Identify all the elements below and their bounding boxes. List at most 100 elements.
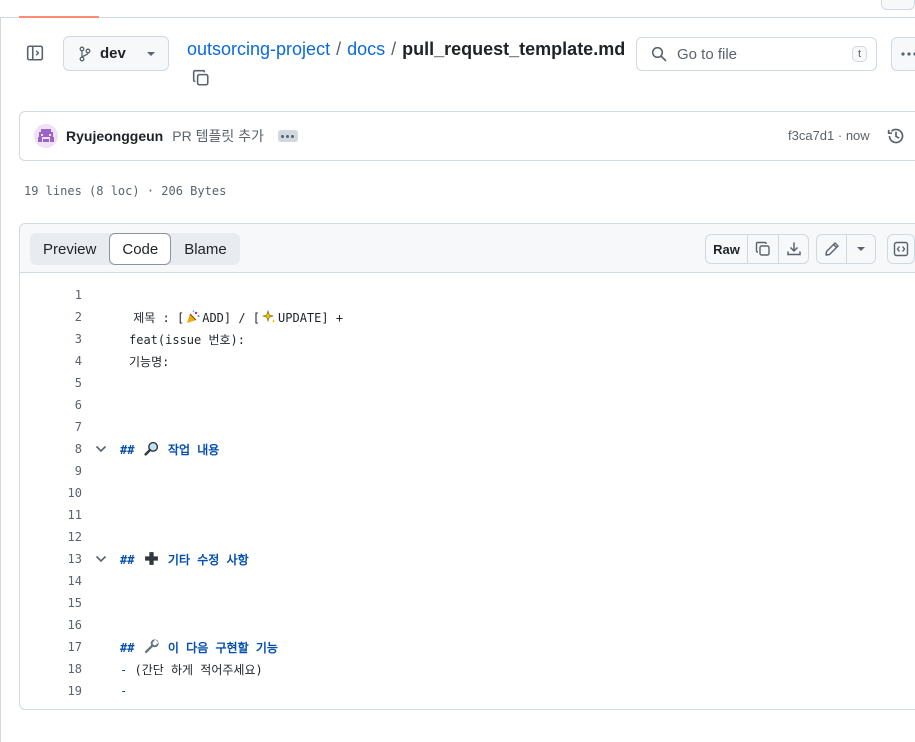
chevron-down-icon[interactable] bbox=[846, 235, 875, 263]
line-number[interactable]: 18 bbox=[20, 662, 82, 676]
raw-actions-group: Raw bbox=[705, 234, 809, 264]
code-line: 12 bbox=[20, 526, 915, 548]
line-number[interactable]: 11 bbox=[20, 508, 82, 522]
line-number[interactable]: 1 bbox=[20, 288, 82, 302]
code-heading: ## 작업 내용 bbox=[120, 441, 219, 458]
browser-tab-strip bbox=[0, 0, 915, 18]
copy-icon[interactable] bbox=[748, 235, 778, 263]
breadcrumb-separator: / bbox=[391, 39, 397, 59]
heading-text: 기타 수정 사항 bbox=[167, 552, 249, 567]
commit-sha-and-time[interactable]: f3ca7d1 · now bbox=[788, 128, 870, 143]
active-tab-underline bbox=[19, 16, 99, 18]
code-text: 제목 : [ADD] / [UPDATE] + bbox=[126, 309, 343, 326]
tab-code[interactable]: Code bbox=[109, 233, 172, 265]
avatar[interactable] bbox=[34, 124, 58, 148]
code-line: 3 feat(issue 번호): bbox=[20, 328, 915, 350]
kebab-horizontal-icon bbox=[901, 52, 915, 56]
commit-message[interactable]: PR 템플릿 추가 bbox=[172, 126, 264, 146]
code-line: 8 ## 작업 내용 bbox=[20, 438, 915, 460]
line-number[interactable]: 14 bbox=[20, 574, 82, 588]
line-number[interactable]: 13 bbox=[20, 552, 82, 566]
tab-blame[interactable]: Blame bbox=[171, 233, 240, 265]
code-text: 기능명: bbox=[129, 354, 170, 369]
line-number[interactable]: 17 bbox=[20, 640, 82, 654]
line-number[interactable]: 15 bbox=[20, 596, 82, 610]
party-popper-icon bbox=[186, 309, 200, 324]
file-info: 19 lines (8 loc) · 206 Bytes bbox=[24, 184, 227, 198]
heading-marker: ## bbox=[120, 552, 135, 567]
heading-marker: ## bbox=[120, 640, 135, 655]
code-view: 1 2 제목 : [ADD] / [UPDATE] + 3 feat(issue… bbox=[20, 284, 915, 702]
go-to-file-placeholder: Go to file bbox=[677, 45, 738, 63]
list-text: (간단 하게 적어주세요) bbox=[134, 662, 263, 677]
line-number[interactable]: 4 bbox=[20, 354, 82, 368]
line-number[interactable]: 5 bbox=[20, 376, 82, 390]
breadcrumb-repo-link[interactable]: outsorcing-project bbox=[187, 39, 330, 60]
code-text-part: ADD] / [ bbox=[202, 310, 261, 325]
code-line: 4 기능명: bbox=[20, 350, 915, 372]
go-to-file-input[interactable]: Go to file t bbox=[636, 37, 877, 71]
breadcrumb: outsorcing-project / docs / pull_request… bbox=[187, 39, 625, 60]
line-number[interactable]: 6 bbox=[20, 398, 82, 412]
view-mode-tabs: Preview Code Blame bbox=[30, 233, 240, 265]
history-icon[interactable] bbox=[886, 126, 906, 146]
breadcrumb-folder-link[interactable]: docs bbox=[347, 39, 385, 60]
code-line: 2 제목 : [ADD] / [UPDATE] + bbox=[20, 306, 915, 328]
fold-chevron-icon[interactable] bbox=[82, 555, 120, 563]
line-number[interactable]: 12 bbox=[20, 530, 82, 544]
line-number[interactable]: 3 bbox=[20, 332, 82, 346]
code-square-icon bbox=[893, 241, 909, 257]
copy-path-icon[interactable] bbox=[191, 68, 211, 88]
line-number[interactable]: 19 bbox=[20, 684, 82, 698]
chevron-down-icon bbox=[146, 51, 156, 57]
top-right-button-stub[interactable] bbox=[881, 0, 915, 10]
commit-author[interactable]: Ryujeonggeun bbox=[66, 128, 163, 144]
code-line: 9 bbox=[20, 460, 915, 482]
search-icon bbox=[651, 46, 667, 62]
code-line: 5 bbox=[20, 372, 915, 394]
heading-marker: ## bbox=[120, 442, 135, 457]
fold-chevron-icon[interactable] bbox=[82, 445, 120, 453]
list-marker: - bbox=[120, 662, 128, 677]
file-viewer: Preview Code Blame Raw 1 2 제목: [ADD] /… bbox=[19, 223, 915, 710]
line-number[interactable]: 9 bbox=[20, 464, 82, 478]
code-line: 14 bbox=[20, 570, 915, 592]
line-number[interactable]: 10 bbox=[20, 486, 82, 500]
more-options-button[interactable] bbox=[891, 37, 915, 71]
code-heading: ## 이 다음 구현할 기능 bbox=[120, 638, 278, 656]
pencil-icon[interactable] bbox=[817, 235, 846, 263]
sidebar-toggle-icon[interactable] bbox=[25, 43, 45, 63]
tab-preview[interactable]: Preview bbox=[30, 233, 109, 265]
code-line: 13 ## 기타 수정 사항 bbox=[20, 548, 915, 570]
code-line: 11 bbox=[20, 504, 915, 526]
commit-expand-icon[interactable] bbox=[277, 130, 298, 142]
symbols-panel-button[interactable] bbox=[887, 234, 915, 264]
keyboard-shortcut-hint: t bbox=[851, 46, 867, 62]
code-line: 1 bbox=[20, 284, 915, 306]
code-line: 19 - bbox=[20, 680, 915, 702]
line-number[interactable]: 7 bbox=[20, 420, 82, 434]
heading-text: 작업 내용 bbox=[167, 442, 220, 457]
line-number[interactable]: 8 bbox=[20, 442, 82, 456]
raw-button[interactable]: Raw bbox=[706, 235, 748, 263]
line-number[interactable]: 2 bbox=[20, 310, 82, 324]
heading-text: 이 다음 구현할 기능 bbox=[167, 640, 278, 655]
file-viewer-header: Preview Code Blame Raw bbox=[20, 224, 915, 273]
code-line: 6 bbox=[20, 394, 915, 416]
sidebar-border bbox=[0, 18, 1, 742]
code-heading: ## 기타 수정 사항 bbox=[120, 551, 249, 568]
branch-name: dev bbox=[100, 45, 126, 62]
code-line: 15 bbox=[20, 592, 915, 614]
git-branch-icon bbox=[78, 46, 92, 62]
breadcrumb-separator: / bbox=[336, 39, 342, 59]
branch-select-button[interactable]: dev bbox=[63, 36, 169, 71]
download-icon[interactable] bbox=[778, 235, 808, 263]
code-line: 7 bbox=[20, 416, 915, 438]
code-text-part: 제목 : [ bbox=[126, 310, 185, 325]
line-number[interactable]: 16 bbox=[20, 618, 82, 632]
magnifier-icon bbox=[144, 441, 159, 456]
code-line: 17 ## 이 다음 구현할 기능 bbox=[20, 636, 915, 658]
edit-actions-group bbox=[816, 234, 876, 264]
code-line: 18 - (간단 하게 적어주세요) bbox=[20, 658, 915, 680]
breadcrumb-current-file: pull_request_template.md bbox=[402, 39, 626, 59]
